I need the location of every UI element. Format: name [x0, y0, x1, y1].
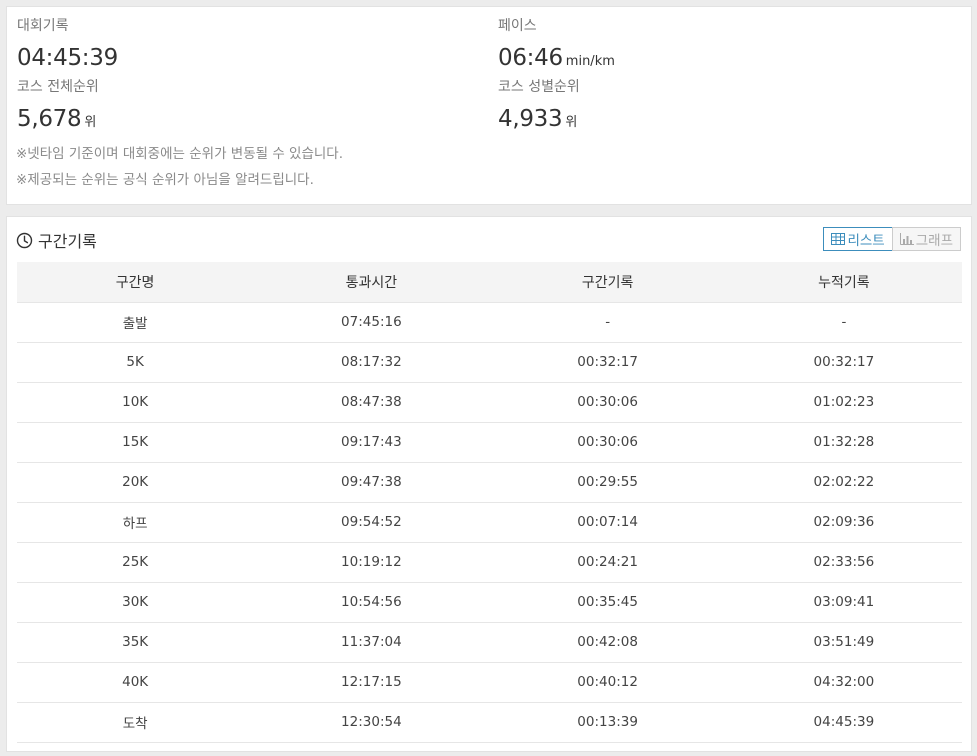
view-toggle: 리스트 그래프: [823, 227, 961, 251]
list-view-button[interactable]: 리스트: [823, 227, 893, 251]
pass-time-cell: 11:37:04: [253, 622, 490, 663]
clock-icon: [16, 232, 33, 249]
split-time-cell: 00:07:14: [489, 502, 726, 543]
column-header-pass-time: 통과시간: [253, 262, 490, 303]
table-row: 25K 10:19:12 00:24:21 02:33:56: [17, 542, 962, 583]
table-row: 15K 09:17:43 00:30:06 01:32:28: [17, 422, 962, 463]
cumulative-time-cell: 00:32:17: [725, 342, 962, 383]
overall-rank-unit: 위: [84, 115, 97, 130]
pass-time-cell: 12:30:54: [253, 702, 490, 743]
table-row: 35K 11:37:04 00:42:08 03:51:49: [17, 622, 962, 663]
section-name-cell: 하프: [17, 502, 254, 543]
overall-rank-label: 코스 전체순위: [17, 79, 99, 95]
cumulative-time-cell: 03:51:49: [725, 622, 962, 663]
section-name-cell: 35K: [17, 622, 254, 663]
table-row: 30K 10:54:56 00:35:45 03:09:41: [17, 582, 962, 623]
section-name-cell: 5K: [17, 342, 254, 383]
split-records-card: 구간기록 리스트 그래프 구간명 통과시간 구간기록 누적기록 출발 07:45…: [6, 216, 972, 752]
graph-view-button[interactable]: 그래프: [891, 227, 961, 251]
split-time-cell: 00:42:08: [489, 622, 726, 663]
pace-value: 06:46: [498, 45, 563, 71]
split-records-header: 구간기록: [16, 230, 97, 251]
overall-rank-stat: 코스 전체순위 5,678 위: [17, 79, 477, 137]
gender-rank-value: 4,933: [498, 106, 563, 132]
summary-card: 대회기록 04:45:39 페이스 06:46 min/km 코스 전체순위 5,…: [6, 6, 972, 205]
section-name-cell: 25K: [17, 542, 254, 583]
split-time-cell: 00:30:06: [489, 422, 726, 463]
cumulative-time-cell: 02:02:22: [725, 462, 962, 503]
table-header-row: 구간명 통과시간 구간기록 누적기록: [17, 262, 962, 303]
split-time-cell: -: [489, 302, 726, 343]
bar-chart-icon: [899, 233, 914, 245]
pass-time-cell: 09:17:43: [253, 422, 490, 463]
gender-rank-label: 코스 성별순위: [498, 79, 580, 95]
section-name-cell: 도착: [17, 702, 254, 743]
list-view-label: 리스트: [847, 233, 885, 249]
section-name-cell: 출발: [17, 302, 254, 343]
split-time-cell: 00:13:39: [489, 702, 726, 743]
pass-time-cell: 10:54:56: [253, 582, 490, 623]
section-name-cell: 40K: [17, 662, 254, 703]
cumulative-time-cell: 04:45:39: [725, 702, 962, 743]
table-row: 40K 12:17:15 00:40:12 04:32:00: [17, 662, 962, 703]
pass-time-cell: 10:19:12: [253, 542, 490, 583]
section-name-cell: 10K: [17, 382, 254, 423]
cumulative-time-cell: 01:32:28: [725, 422, 962, 463]
section-name-cell: 15K: [17, 422, 254, 463]
pass-time-cell: 08:17:32: [253, 342, 490, 383]
split-table: 구간명 통과시간 구간기록 누적기록 출발 07:45:16- -5K 08:17:3…: [17, 262, 962, 743]
split-time-cell: 00:30:06: [489, 382, 726, 423]
split-records-title: 구간기록: [38, 232, 97, 251]
table-row: 출발 07:45:16- -: [17, 302, 962, 343]
overall-rank-value: 5,678: [17, 106, 82, 132]
table-row: 도착 12:30:54 00:13:39 04:45:39: [17, 702, 962, 743]
table-row: 10K 08:47:38 00:30:06 01:02:23: [17, 382, 962, 423]
net-time-note: ※넷타임 기준이며 대회중에는 순위가 변동될 수 있습니다.: [16, 146, 344, 162]
pace-stat: 페이스 06:46 min/km: [498, 18, 958, 76]
column-header-cumulative-time: 누적기록: [725, 262, 962, 303]
graph-view-label: 그래프: [915, 233, 953, 249]
split-time-cell: 00:32:17: [489, 342, 726, 383]
column-header-split-time: 구간기록: [489, 262, 726, 303]
pass-time-cell: 09:54:52: [253, 502, 490, 543]
pass-time-cell: 07:45:16: [253, 302, 490, 343]
gender-rank-unit: 위: [565, 115, 578, 130]
split-table-body: 출발 07:45:16- -5K 08:17:32 00:32:17 00:32:17 10…: [17, 302, 962, 743]
unofficial-rank-note: ※제공되는 순위는 공식 순위가 아님을 알려드립니다.: [16, 172, 314, 188]
split-time-cell: 00:40:12: [489, 662, 726, 703]
section-name-cell: 30K: [17, 582, 254, 623]
table-icon: [831, 233, 846, 245]
pass-time-cell: 09:47:38: [253, 462, 490, 503]
pace-label: 페이스: [498, 18, 537, 34]
cumulative-time-cell: 02:09:36: [725, 502, 962, 543]
split-time-cell: 00:24:21: [489, 542, 726, 583]
cumulative-time-cell: 01:02:23: [725, 382, 962, 423]
cumulative-time-cell: 03:09:41: [725, 582, 962, 623]
gender-rank-stat: 코스 성별순위 4,933 위: [498, 79, 958, 137]
pass-time-cell: 08:47:38: [253, 382, 490, 423]
table-row: 20K 09:47:38 00:29:55 02:02:22: [17, 462, 962, 503]
cumulative-time-cell: -: [725, 302, 962, 343]
section-name-cell: 20K: [17, 462, 254, 503]
column-header-section: 구간명: [17, 262, 254, 303]
record-label: 대회기록: [17, 18, 69, 34]
table-row: 5K 08:17:32 00:32:17 00:32:17: [17, 342, 962, 383]
split-time-cell: 00:35:45: [489, 582, 726, 623]
cumulative-time-cell: 02:33:56: [725, 542, 962, 583]
pace-unit: min/km: [565, 54, 615, 69]
record-value: 04:45:39: [17, 45, 118, 71]
pass-time-cell: 12:17:15: [253, 662, 490, 703]
split-time-cell: 00:29:55: [489, 462, 726, 503]
cumulative-time-cell: 04:32:00: [725, 662, 962, 703]
table-row: 하프 09:54:52 00:07:14 02:09:36: [17, 502, 962, 543]
record-stat: 대회기록 04:45:39: [17, 18, 477, 74]
